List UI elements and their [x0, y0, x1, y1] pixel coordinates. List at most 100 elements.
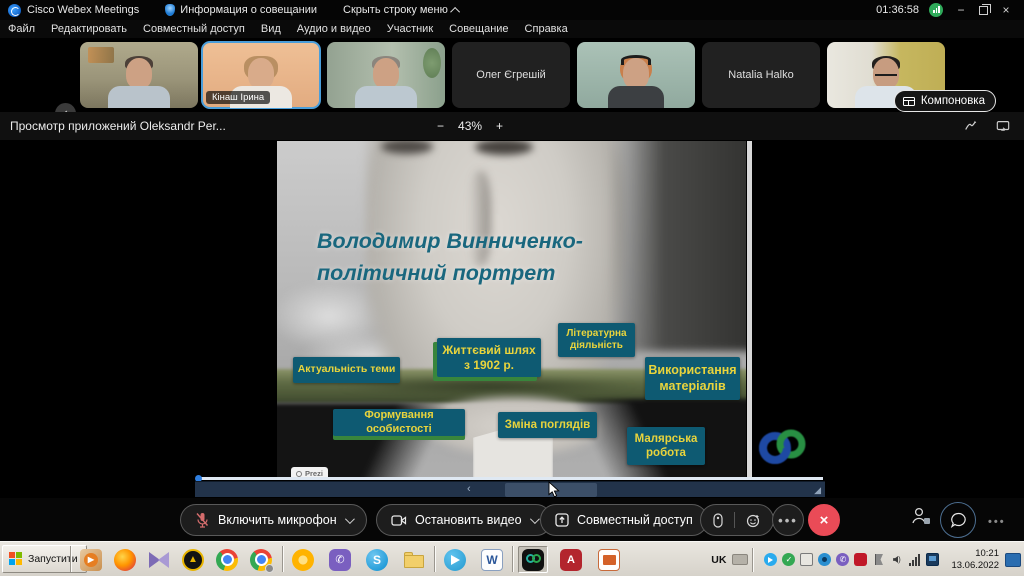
close-button[interactable]: × — [998, 3, 1014, 17]
participants-button[interactable] — [910, 506, 932, 526]
resize-handle-icon[interactable]: ◢ — [814, 485, 821, 496]
taskbar-media-player[interactable]: ▶ — [76, 546, 106, 573]
clock-date: 13.06.2022 — [951, 560, 999, 572]
app-title: Cisco Webex Meetings — [27, 4, 139, 16]
tray-network-icon[interactable] — [908, 553, 921, 566]
stop-video-label: Остановить видео — [415, 513, 522, 527]
tray-separator — [752, 548, 754, 572]
taskbar-kmplayer[interactable] — [144, 546, 174, 573]
layout-grid-icon — [903, 97, 915, 106]
taskbar-file-explorer[interactable] — [399, 546, 429, 573]
video-tile-1[interactable] — [80, 42, 198, 108]
tray-display-icon[interactable] — [926, 553, 939, 566]
meeting-info-button[interactable]: Информация о совещании — [165, 4, 317, 16]
topic-actuality[interactable]: Актуальність теми — [293, 357, 400, 383]
menu-help[interactable]: Справка — [525, 23, 568, 35]
participant-name-label: Кінаш Ірина — [206, 91, 270, 104]
tray-flag-icon[interactable] — [872, 553, 885, 566]
taskbar-firefox[interactable] — [110, 546, 140, 573]
zoom-level[interactable]: 43% — [458, 119, 482, 133]
tray-telegram-icon[interactable] — [764, 553, 777, 566]
connection-quality-icon[interactable] — [929, 3, 943, 17]
taskbar-telegram[interactable] — [440, 546, 470, 573]
topic-materials[interactable]: Використанняматеріалів — [645, 357, 740, 400]
share-screen-icon — [555, 513, 569, 527]
unmute-button[interactable]: Включить микрофон — [180, 504, 367, 536]
menu-edit[interactable]: Редактировать — [51, 23, 127, 35]
slide-title: Володимир Винниченко- політичний портрет — [317, 225, 583, 290]
reactions-icon[interactable] — [746, 513, 761, 528]
audio-tile-6[interactable]: Natalia Halko — [702, 42, 820, 108]
taskbar-chrome-canary[interactable] — [288, 546, 318, 573]
topic-life-path[interactable]: Життєвий шляхз 1902 р. — [437, 338, 541, 377]
participant-video — [351, 58, 421, 108]
tray-red-app-icon[interactable] — [854, 553, 867, 566]
taskbar-clock[interactable]: 10:21 13.06.2022 — [951, 548, 999, 572]
vertical-scrollbar[interactable] — [747, 141, 752, 478]
share-content-button[interactable]: Совместный доступ — [540, 504, 708, 536]
keyboard-icon[interactable] — [732, 554, 748, 565]
zoom-out-button[interactable]: − — [437, 119, 444, 133]
layout-button[interactable]: Компоновка — [894, 90, 996, 112]
taskbar-word[interactable]: W — [477, 546, 507, 573]
taskbar-skype[interactable]: S — [362, 546, 392, 573]
taskbar-aimp[interactable]: ▲ — [178, 546, 208, 573]
menu-meeting[interactable]: Совещание — [449, 23, 508, 35]
taskbar-viber[interactable]: ✆ — [325, 546, 355, 573]
topic-change-of-views[interactable]: Зміна поглядів — [498, 412, 597, 438]
scroll-left-icon[interactable]: ‹ — [467, 482, 471, 498]
tray-eye-icon[interactable] — [818, 553, 831, 566]
video-tile-active-speaker[interactable]: Кінаш Ірина — [202, 42, 320, 108]
topic-painting-work[interactable]: Малярськаробота — [627, 427, 705, 465]
mic-options-chevron-icon[interactable] — [345, 514, 355, 524]
topic-personality-formation[interactable]: Формування особистості — [333, 409, 465, 436]
hide-menu-button[interactable]: Скрыть строку меню — [343, 4, 460, 16]
clock-time: 10:21 — [951, 548, 999, 560]
progress-line[interactable] — [198, 477, 823, 480]
horizontal-scrollbar[interactable]: ‹ › ◢ — [195, 481, 825, 497]
display-icon[interactable] — [996, 119, 1010, 133]
video-tile-3[interactable] — [327, 42, 445, 108]
zoom-in-button[interactable]: + — [496, 119, 503, 133]
minimize-button[interactable]: − — [953, 3, 969, 17]
hide-menu-label: Скрыть строку меню — [343, 4, 448, 16]
audio-tile-4[interactable]: Олег Єгрешій — [452, 42, 570, 108]
more-options-icon: ••• — [778, 513, 798, 528]
chevron-up-icon — [450, 6, 460, 16]
stop-video-button[interactable]: Остановить видео — [376, 504, 552, 536]
menu-share[interactable]: Совместный доступ — [143, 23, 245, 35]
video-options-chevron-icon[interactable] — [529, 514, 539, 524]
start-button[interactable]: Запустити — [2, 545, 87, 573]
restore-button[interactable] — [979, 6, 988, 15]
taskbar-acrobat[interactable]: A — [556, 546, 586, 573]
language-indicator[interactable]: UK — [705, 554, 732, 566]
menu-audio-video[interactable]: Аудио и видео — [297, 23, 371, 35]
share-content-label: Совместный доступ — [577, 513, 693, 527]
tray-clipboard-icon[interactable] — [800, 553, 813, 566]
divider — [734, 512, 735, 528]
chat-button[interactable] — [940, 502, 976, 538]
annotate-icon[interactable] — [964, 119, 978, 133]
menu-participant[interactable]: Участник — [387, 23, 433, 35]
webex-meeting-window: Cisco Webex Meetings Информация о совеща… — [0, 0, 1024, 576]
tray-viber-icon[interactable]: ✆ — [836, 553, 849, 566]
video-tile-5[interactable] — [577, 42, 695, 108]
menu-view[interactable]: Вид — [261, 23, 281, 35]
more-options-button[interactable]: ••• — [772, 504, 804, 536]
taskbar-webex-active[interactable] — [518, 546, 548, 573]
windows-taskbar: Запустити ▶ ▲ ✆ S W A UK ✓ — [0, 541, 1024, 576]
system-tray: UK ✓ ✆ ) 10:21 13.06.2022 — [705, 542, 1024, 576]
menu-file[interactable]: Файл — [8, 23, 35, 35]
taskbar-powerpoint[interactable] — [594, 546, 624, 573]
tray-volume-icon[interactable]: ) — [890, 553, 903, 566]
panel-options-button[interactable]: ••• — [988, 512, 1006, 530]
remote-control-icon[interactable] — [713, 513, 723, 528]
leave-icon: × — [820, 512, 829, 529]
show-desktop-button[interactable] — [1005, 553, 1021, 567]
topic-literary-activity[interactable]: Літературнадіяльність — [558, 323, 635, 357]
leave-meeting-button[interactable]: × — [808, 504, 840, 536]
presentation-slide: Володимир Винниченко- політичний портрет… — [277, 141, 746, 478]
tray-antivirus-icon[interactable]: ✓ — [782, 553, 795, 566]
taskbar-chrome-profile[interactable] — [246, 546, 276, 573]
taskbar-chrome[interactable] — [212, 546, 242, 573]
